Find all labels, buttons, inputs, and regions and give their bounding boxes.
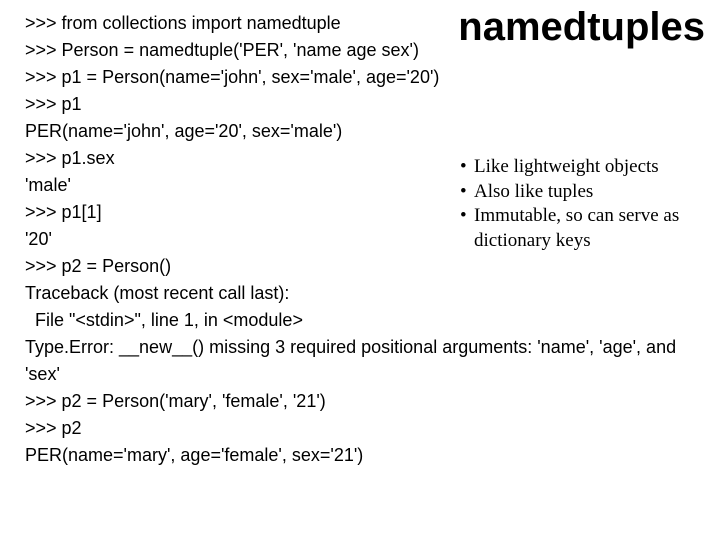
bullet-text: Immutable, so can serve as dictionary ke… xyxy=(474,205,679,251)
code-line: PER(name='john', age='20', sex='male') xyxy=(25,118,695,145)
bullet-item: •Like lightweight objects xyxy=(460,155,695,180)
code-line: >>> Person = namedtuple('PER', 'name age… xyxy=(25,37,695,64)
code-line: Type.Error: __new__() missing 3 required… xyxy=(25,334,695,388)
code-line: PER(name='mary', age='female', sex='21') xyxy=(25,442,695,469)
code-line: >>> p2 = Person('mary', 'female', '21') xyxy=(25,388,695,415)
code-line: >>> p2 = Person() xyxy=(25,253,695,280)
code-line: File "<stdin>", line 1, in <module> xyxy=(25,307,695,334)
code-line: >>> p1 xyxy=(25,91,695,118)
bullet-dot-icon: • xyxy=(460,155,474,180)
bullet-text: Like lightweight objects xyxy=(474,156,659,177)
bullet-list: •Like lightweight objects •Also like tup… xyxy=(460,155,695,254)
code-line: >>> from collections import namedtuple xyxy=(25,10,695,37)
code-line: Traceback (most recent call last): xyxy=(25,280,695,307)
bullet-text: Also like tuples xyxy=(474,181,593,202)
code-line: >>> p2 xyxy=(25,415,695,442)
code-line: >>> p1 = Person(name='john', sex='male',… xyxy=(25,64,695,91)
bullet-dot-icon: • xyxy=(460,204,474,229)
bullet-item: •Also like tuples xyxy=(460,180,695,205)
bullet-dot-icon: • xyxy=(460,180,474,205)
bullet-item: •Immutable, so can serve as dictionary k… xyxy=(460,204,695,253)
